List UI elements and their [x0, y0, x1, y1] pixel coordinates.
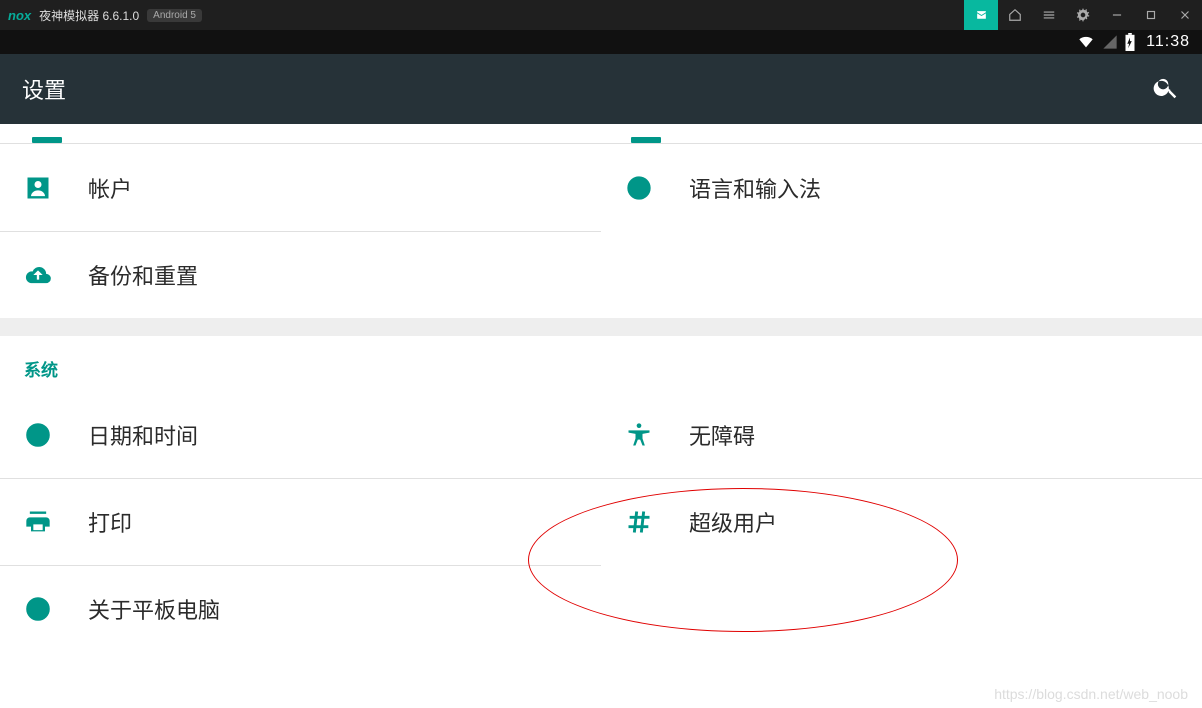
account-icon — [22, 174, 54, 202]
settings-item-label: 备份和重置 — [88, 259, 198, 291]
settings-item-accessibility[interactable]: 无障碍 — [601, 391, 1202, 478]
nox-close-icon[interactable] — [1168, 0, 1202, 30]
settings-item-datetime[interactable]: 日期和时间 — [0, 391, 601, 478]
section-divider — [0, 318, 1202, 336]
nox-settings-icon[interactable] — [1066, 0, 1100, 30]
android-status-bar: 11:38 — [0, 30, 1202, 54]
settings-item-language[interactable]: 语言和输入法 — [601, 144, 1202, 231]
nox-home-icon[interactable] — [998, 0, 1032, 30]
settings-item-superuser[interactable]: 超级用户 — [601, 478, 1202, 565]
settings-item-label: 无障碍 — [689, 419, 755, 451]
printer-icon — [22, 508, 54, 536]
nox-logo-icon: nox — [8, 8, 31, 23]
settings-item-label: 打印 — [88, 506, 132, 538]
settings-content: 帐户 备份和重置 语言和输入法 系统 — [0, 124, 1202, 652]
nox-maximize-icon[interactable] — [1134, 0, 1168, 30]
settings-item-label: 日期和时间 — [88, 419, 198, 451]
wifi-icon — [1076, 34, 1096, 50]
settings-item-printing[interactable]: 打印 — [0, 478, 601, 565]
globe-icon — [623, 174, 655, 202]
status-time: 11:38 — [1146, 33, 1190, 51]
search-button[interactable] — [1152, 73, 1180, 106]
section-header-system: 系统 — [0, 336, 1202, 391]
nox-titlebar: nox 夜神模拟器 6.6.1.0 Android 5 — [0, 0, 1202, 30]
signal-icon — [1102, 34, 1118, 50]
settings-item-accounts[interactable]: 帐户 — [0, 144, 601, 231]
settings-item-backup[interactable]: 备份和重置 — [0, 231, 601, 318]
nox-android-badge: Android 5 — [147, 9, 202, 22]
previous-row-sliver — [0, 124, 1202, 144]
settings-item-label: 帐户 — [88, 172, 132, 204]
clock-icon — [22, 421, 54, 449]
accessibility-icon — [623, 421, 655, 449]
nox-menu-icon[interactable] — [1032, 0, 1066, 30]
hash-icon — [623, 508, 655, 536]
watermark-text: https://blog.csdn.net/web_noob — [994, 686, 1188, 702]
info-icon — [22, 595, 54, 623]
settings-item-label: 语言和输入法 — [689, 172, 821, 204]
settings-item-about[interactable]: 关于平板电脑 — [0, 565, 601, 652]
battery-icon — [1124, 33, 1136, 51]
nox-store-icon[interactable] — [964, 0, 998, 30]
settings-item-label: 超级用户 — [689, 506, 777, 538]
settings-item-label: 关于平板电脑 — [88, 593, 220, 625]
nox-minimize-icon[interactable] — [1100, 0, 1134, 30]
settings-appbar: 设置 — [0, 54, 1202, 124]
nox-window-title: 夜神模拟器 6.6.1.0 — [39, 7, 139, 24]
page-title: 设置 — [22, 73, 66, 105]
backup-icon — [22, 261, 54, 289]
